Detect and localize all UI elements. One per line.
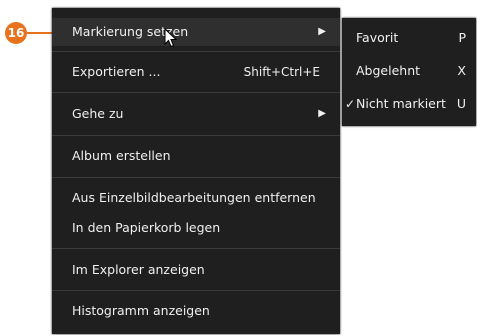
menu-item-label: In den Papierkorb legen	[72, 220, 221, 235]
submenu-item-nicht-markiert[interactable]: ✓ Nicht markiert U	[342, 89, 476, 119]
menu-item-label: Im Explorer anzeigen	[72, 262, 205, 277]
menu-item-im-explorer-anzeigen[interactable]: Im Explorer anzeigen	[52, 256, 340, 284]
menu-separator	[52, 248, 340, 249]
menu-item-shortcut: Shift+Ctrl+E	[243, 65, 320, 79]
menu-item-album-erstellen[interactable]: Album erstellen	[52, 142, 340, 170]
submenu-item-shortcut: P	[458, 30, 466, 45]
menu-item-label: Histogramm anzeigen	[72, 303, 210, 318]
submenu-item-shortcut: U	[456, 96, 466, 111]
menu-item-markierung-setzen[interactable]: Markierung setzen ▶	[52, 18, 340, 46]
submenu-arrow-icon: ▶	[318, 26, 326, 37]
submenu-item-favorit[interactable]: Favorit P	[342, 23, 476, 53]
context-menu: Markierung setzen ▶ Exportieren ... Shif…	[52, 8, 340, 334]
submenu-item-label: Favorit	[356, 30, 399, 45]
menu-separator	[52, 51, 340, 52]
menu-item-exportieren[interactable]: Exportieren ... Shift+Ctrl+E	[52, 58, 340, 86]
menu-item-label: Gehe zu	[72, 106, 124, 121]
submenu-arrow-icon: ▶	[318, 108, 326, 119]
submenu-item-label: Abgelehnt	[356, 63, 421, 78]
menu-separator	[52, 92, 340, 93]
submenu-item-abgelehnt[interactable]: Abgelehnt X	[342, 56, 476, 86]
mouse-pointer-icon	[164, 28, 178, 48]
menu-item-aus-einzelbildbearbeitungen-entfernen[interactable]: Aus Einzelbildbearbeitungen entfernen	[52, 184, 340, 212]
menu-item-label: Exportieren ...	[72, 64, 161, 79]
menu-item-label: Aus Einzelbildbearbeitungen entfernen	[72, 190, 316, 205]
submenu-markierung: Favorit P Abgelehnt X ✓ Nicht markiert U	[342, 18, 476, 126]
callout-badge: 16	[5, 22, 27, 44]
menu-item-in-den-papierkorb-legen[interactable]: In den Papierkorb legen	[52, 214, 340, 242]
menu-item-histogramm-anzeigen[interactable]: Histogramm anzeigen	[52, 297, 340, 325]
screenshot-stage: 16 Markierung setzen ▶ Exportieren ... S…	[0, 0, 477, 335]
menu-separator	[52, 177, 340, 178]
checkmark-icon: ✓	[345, 97, 356, 111]
menu-separator	[52, 135, 340, 136]
submenu-item-shortcut: X	[457, 63, 466, 78]
menu-item-label: Album erstellen	[72, 148, 171, 163]
menu-separator	[52, 290, 340, 291]
menu-item-gehe-zu[interactable]: Gehe zu ▶	[52, 100, 340, 128]
submenu-item-label: Nicht markiert	[356, 96, 446, 111]
